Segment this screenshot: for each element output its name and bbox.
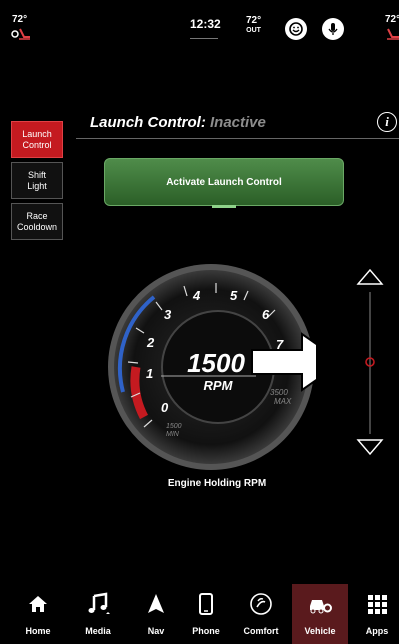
tab-launch-control[interactable]: Launch Control: [11, 121, 63, 158]
nav-vehicle[interactable]: Vehicle: [292, 584, 348, 644]
nav-comfort-label: Comfort: [243, 626, 279, 636]
min-value: 1500: [166, 423, 182, 430]
bottom-nav: Home Media Nav Phone Comfort Vehicle App…: [0, 584, 399, 644]
navigation-arrow-icon: [148, 594, 164, 613]
nav-phone-label: Phone: [192, 626, 220, 636]
min-label: MIN: [166, 431, 180, 438]
tick-label-4: 4: [192, 288, 201, 303]
nav-home-label: Home: [25, 626, 51, 636]
clock: 12:32: [190, 17, 221, 31]
tick-label-6: 6: [262, 307, 270, 322]
page-title-text: Launch Control:: [90, 114, 206, 131]
page-title: Launch Control: Inactive: [90, 114, 266, 131]
rpm-slider[interactable]: [355, 264, 385, 460]
passenger-heated-seat-icon[interactable]: [385, 27, 399, 41]
tick-label-3: 3: [164, 307, 172, 322]
comfort-icon: [250, 593, 272, 615]
max-label: MAX: [274, 397, 292, 406]
voice-button[interactable]: [322, 18, 344, 40]
triangle-down-icon: [356, 439, 384, 456]
title-divider: [76, 138, 399, 139]
home-icon: [29, 596, 47, 612]
phone-icon: [199, 593, 213, 615]
passenger-temp[interactable]: 72°: [385, 14, 399, 25]
info-icon[interactable]: i: [377, 112, 397, 132]
rpm-gauge: 0 1 2 3 4 5 6 7 1500 RPM 1500 MIN 3500 M…: [108, 264, 316, 470]
rpm-unit: RPM: [204, 378, 234, 393]
activate-launch-control-button[interactable]: Activate Launch Control: [104, 158, 344, 206]
outside-temp: 72° OUT: [246, 16, 261, 36]
nav-apps-label: Apps: [365, 626, 389, 636]
tick-label-1: 1: [146, 366, 153, 381]
nav-comfort[interactable]: Comfort: [236, 584, 286, 644]
tick-label-0: 0: [161, 400, 169, 415]
tab-launch-control-label: Launch Control: [22, 128, 52, 150]
driver-temp[interactable]: 72°: [12, 14, 27, 25]
nav-nav-label: Nav: [147, 626, 165, 636]
tick-label-2: 2: [146, 335, 155, 350]
nav-media-label: Media: [85, 626, 111, 636]
vehicle-icon: [310, 600, 332, 614]
microphone-icon: [328, 23, 338, 35]
tab-race-cooldown-label: Race Cooldown: [16, 210, 58, 232]
music-note-icon: [88, 592, 110, 614]
nav-apps[interactable]: Apps: [352, 584, 399, 644]
apps-grid-icon: [368, 595, 387, 614]
tab-race-cooldown[interactable]: Race Cooldown: [11, 203, 63, 240]
status-bar: 72° 12:32 72° OUT 72°: [0, 0, 399, 52]
activate-indicator: [212, 205, 236, 208]
launch-control-status: Inactive: [210, 114, 266, 131]
engine-holding-rpm-label: Engine Holding RPM: [167, 478, 267, 489]
nav-home[interactable]: Home: [13, 584, 63, 644]
rpm-value: 1500: [187, 348, 245, 378]
nav-nav[interactable]: Nav: [131, 584, 181, 644]
tab-shift-light-label: Shift Light: [27, 169, 47, 191]
tab-shift-light[interactable]: Shift Light: [11, 162, 63, 199]
profile-button[interactable]: [285, 18, 307, 40]
triangle-up-icon: [356, 268, 384, 285]
heated-seat-icon[interactable]: [10, 27, 34, 41]
nav-phone[interactable]: Phone: [181, 584, 231, 644]
smiley-icon: [289, 22, 303, 36]
clock-underline: [190, 38, 218, 39]
max-value: 3500: [270, 388, 288, 397]
tick-label-5: 5: [230, 288, 238, 303]
nav-media[interactable]: Media: [73, 584, 123, 644]
nav-vehicle-label: Vehicle: [304, 626, 336, 636]
outside-temp-value: 72°: [246, 15, 262, 26]
outside-temp-label: OUT: [246, 27, 261, 34]
